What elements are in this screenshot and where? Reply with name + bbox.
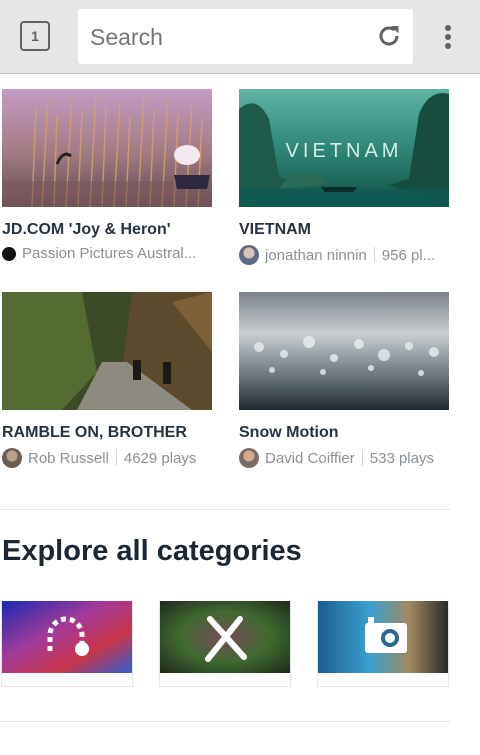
search-input[interactable]: [88, 9, 372, 66]
video-title[interactable]: VIETNAM: [239, 221, 451, 239]
meta-separator: [373, 247, 375, 263]
video-title[interactable]: Snow Motion: [239, 424, 451, 442]
video-thumbnail[interactable]: [239, 292, 449, 410]
meta-separator: [361, 450, 363, 466]
video-thumbnail[interactable]: [2, 89, 212, 207]
video-card[interactable]: JD.COM 'Joy & Heron' Passion Pictures Au…: [2, 89, 214, 262]
video-meta: jonathan ninnin 956 pl...: [239, 245, 451, 265]
category-tile[interactable]: [1, 601, 133, 687]
video-author[interactable]: Passion Pictures Austral...: [22, 245, 196, 262]
video-author[interactable]: Rob Russell: [28, 450, 109, 467]
video-card[interactable]: VIETNAM VIETNAM jonathan ninnin 956 pl..…: [239, 89, 451, 265]
video-card[interactable]: Snow Motion David Coiffier 533 plays: [239, 292, 451, 468]
video-plays: 4629 plays: [123, 449, 197, 467]
video-plays: 956 pl...: [381, 246, 436, 264]
section-divider: [0, 721, 450, 722]
avatar[interactable]: [239, 245, 259, 265]
section-divider: [0, 509, 450, 510]
reload-icon[interactable]: [375, 22, 403, 50]
tab-switcher-button[interactable]: 1: [20, 21, 50, 51]
avatar[interactable]: [239, 448, 259, 468]
video-meta: David Coiffier 533 plays: [239, 448, 451, 468]
avatar[interactable]: [2, 246, 16, 261]
video-plays: 533 plays: [369, 449, 434, 467]
video-meta: Rob Russell 4629 plays: [2, 448, 214, 468]
video-thumbnail[interactable]: [2, 292, 212, 410]
explore-heading: Explore all categories: [2, 535, 302, 567]
tab-count: 1: [31, 28, 39, 44]
browser-toolbar: 1: [0, 0, 480, 74]
search-box[interactable]: [78, 9, 413, 66]
avatar[interactable]: [2, 448, 22, 468]
video-thumbnail[interactable]: VIETNAM: [239, 89, 449, 207]
video-title[interactable]: JD.COM 'Joy & Heron': [2, 221, 214, 239]
video-meta: Passion Pictures Austral...: [2, 245, 214, 262]
meta-separator: [115, 450, 117, 466]
video-author[interactable]: jonathan ninnin: [265, 247, 367, 264]
overflow-menu-icon[interactable]: [436, 22, 460, 52]
thumbnail-title-text: VIETNAM: [286, 140, 403, 162]
video-title[interactable]: RAMBLE ON, BROTHER: [2, 424, 214, 442]
video-author[interactable]: David Coiffier: [265, 450, 355, 467]
video-card[interactable]: RAMBLE ON, BROTHER Rob Russell 4629 play…: [2, 292, 214, 468]
category-tile[interactable]: [159, 601, 291, 687]
category-tile[interactable]: [317, 601, 449, 687]
